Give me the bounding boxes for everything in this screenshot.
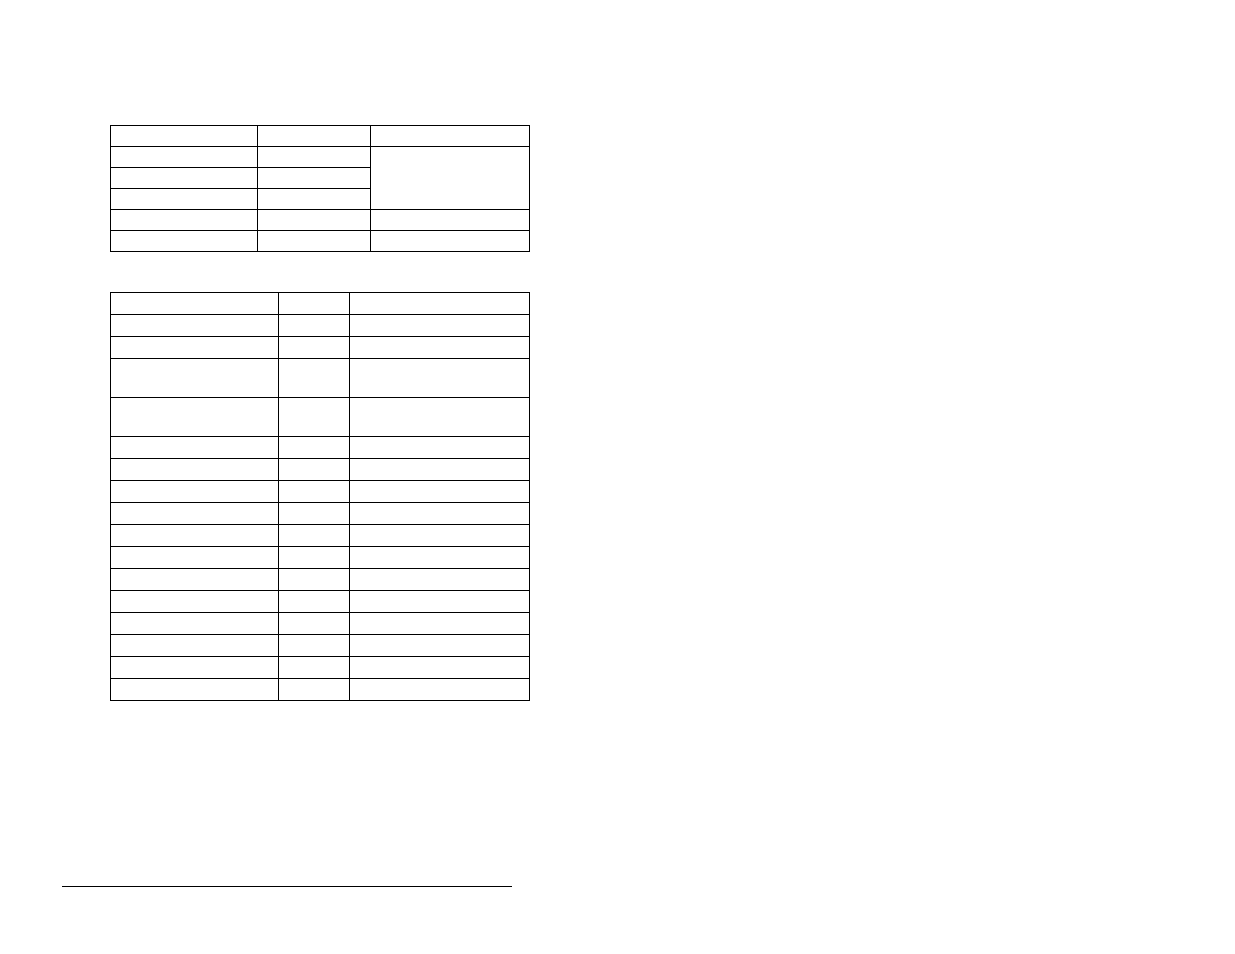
table-row	[111, 481, 530, 503]
cell	[349, 293, 529, 315]
cell	[257, 147, 370, 168]
table-row	[111, 231, 530, 252]
table-row	[111, 293, 530, 315]
table-row	[111, 437, 530, 459]
table-row	[111, 459, 530, 481]
cell	[278, 293, 349, 315]
table-row	[111, 315, 530, 337]
cell	[111, 168, 258, 189]
cell	[257, 231, 370, 252]
cell	[349, 398, 529, 437]
cell	[349, 315, 529, 337]
cell	[111, 359, 279, 398]
cell	[278, 503, 349, 525]
cell	[349, 481, 529, 503]
table-1	[110, 125, 530, 252]
cell	[349, 459, 529, 481]
cell	[349, 525, 529, 547]
cell	[370, 210, 529, 231]
cell	[111, 231, 258, 252]
cell	[111, 437, 279, 459]
cell	[278, 591, 349, 613]
table-row	[111, 147, 530, 168]
cell-merged	[370, 147, 529, 210]
cell	[111, 337, 279, 359]
table-row	[111, 679, 530, 701]
cell	[278, 337, 349, 359]
cell	[349, 613, 529, 635]
cell	[111, 481, 279, 503]
table-row	[111, 126, 530, 147]
cell	[278, 359, 349, 398]
cell	[349, 591, 529, 613]
cell	[111, 569, 279, 591]
table-2	[110, 292, 530, 701]
table-row	[111, 359, 530, 398]
cell	[278, 525, 349, 547]
cell	[349, 359, 529, 398]
cell	[111, 210, 258, 231]
cell	[111, 657, 279, 679]
cell	[278, 635, 349, 657]
table-row	[111, 525, 530, 547]
table-row	[111, 210, 530, 231]
cell	[257, 210, 370, 231]
footnote-rule	[62, 886, 512, 887]
table-row	[111, 613, 530, 635]
cell	[257, 126, 370, 147]
cell	[278, 481, 349, 503]
cell	[111, 591, 279, 613]
cell	[111, 315, 279, 337]
cell	[349, 635, 529, 657]
cell	[278, 613, 349, 635]
table-gap	[110, 252, 530, 292]
cell	[349, 503, 529, 525]
cell	[278, 569, 349, 591]
table-row	[111, 591, 530, 613]
cell	[278, 547, 349, 569]
cell	[111, 679, 279, 701]
cell	[111, 398, 279, 437]
table-row	[111, 569, 530, 591]
cell	[257, 189, 370, 210]
cell	[370, 231, 529, 252]
table-row	[111, 635, 530, 657]
table-row	[111, 503, 530, 525]
cell	[111, 147, 258, 168]
cell	[257, 168, 370, 189]
table-row	[111, 657, 530, 679]
cell	[370, 126, 529, 147]
table-row	[111, 337, 530, 359]
cell	[349, 679, 529, 701]
cell	[349, 337, 529, 359]
table-row	[111, 547, 530, 569]
cell	[278, 459, 349, 481]
cell	[278, 437, 349, 459]
cell	[278, 657, 349, 679]
table-row	[111, 398, 530, 437]
cell	[111, 189, 258, 210]
content-column	[110, 125, 530, 701]
cell	[349, 547, 529, 569]
cell	[349, 657, 529, 679]
cell	[278, 679, 349, 701]
cell	[349, 569, 529, 591]
cell	[111, 293, 279, 315]
cell	[111, 503, 279, 525]
cell	[111, 613, 279, 635]
page	[0, 0, 1235, 954]
cell	[349, 437, 529, 459]
cell	[278, 315, 349, 337]
cell	[278, 398, 349, 437]
cell	[111, 547, 279, 569]
cell	[111, 525, 279, 547]
cell	[111, 459, 279, 481]
cell	[111, 635, 279, 657]
cell	[111, 126, 258, 147]
